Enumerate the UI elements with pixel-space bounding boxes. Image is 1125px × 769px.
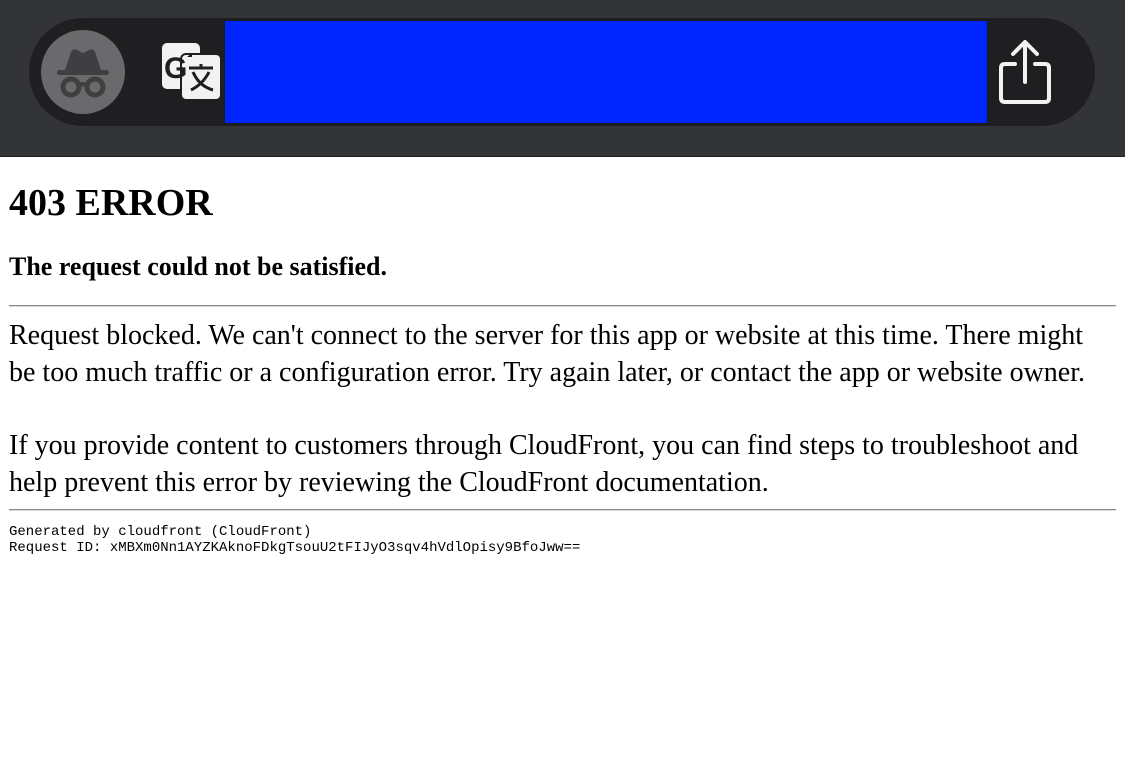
- error-subheading: The request could not be satisfied.: [9, 252, 387, 281]
- error-footer: Generated by cloudfront (CloudFront) Req…: [9, 524, 580, 556]
- error-message: Request blocked. We can't connect to the…: [9, 320, 1086, 388]
- url-bar: G: [29, 18, 1095, 126]
- cloudfront-help-text: If you provide content to customers thro…: [9, 430, 1079, 498]
- incognito-icon: [57, 49, 109, 98]
- divider: [9, 509, 1116, 511]
- translate-icon: G: [162, 43, 222, 101]
- address-field[interactable]: [224, 20, 988, 124]
- divider: [9, 305, 1116, 307]
- incognito-button[interactable]: [41, 30, 125, 114]
- browser-toolbar: G: [0, 0, 1125, 157]
- translate-button[interactable]: G: [161, 42, 223, 102]
- share-icon: [999, 40, 1051, 104]
- error-heading: 403 ERROR: [9, 182, 213, 224]
- generated-by-text: Generated by cloudfront (CloudFront): [9, 524, 312, 540]
- share-button[interactable]: [997, 38, 1053, 106]
- request-id-text: Request ID: xMBXm0Nn1AYZKAknoFDkgTsouU2t…: [9, 540, 581, 556]
- svg-text:G: G: [164, 52, 187, 85]
